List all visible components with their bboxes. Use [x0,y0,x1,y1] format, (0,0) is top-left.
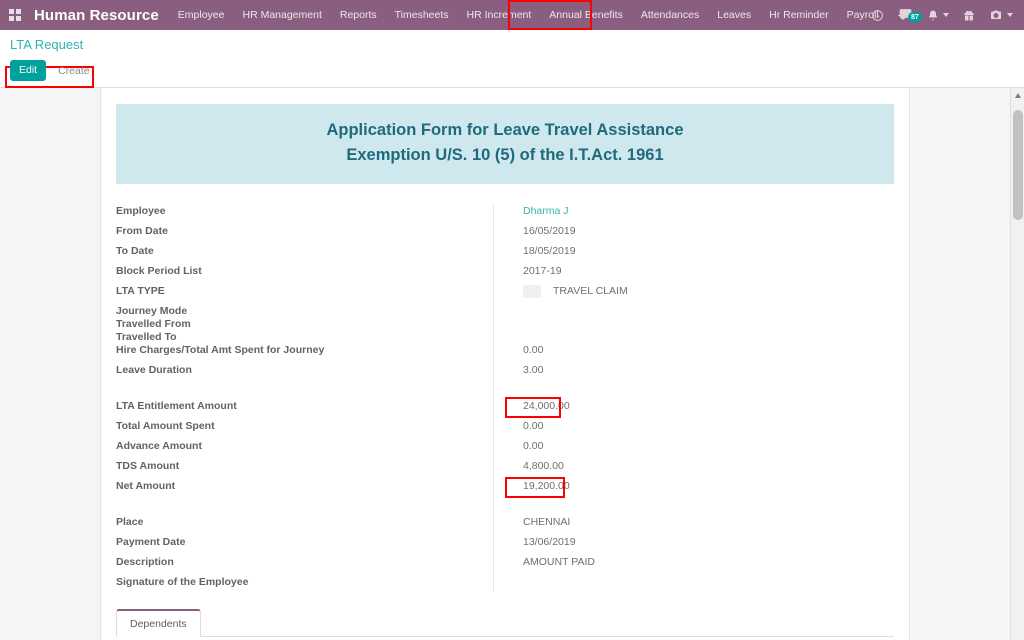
field-value: AMOUNT PAID [523,556,595,568]
scrollbar-thumb[interactable] [1013,110,1023,220]
field-label: LTA TYPE [116,285,165,297]
scroll-up-arrow-icon[interactable] [1011,88,1024,102]
form-row: Total Amount Spent 0.00 [116,419,894,439]
messages-icon[interactable]: 87 [891,8,922,22]
form-column-divider [493,204,494,592]
nav-item-timesheets[interactable]: Timesheets [386,0,458,30]
camera-icon[interactable] [982,9,1020,21]
form-row: Net Amount 19,200.00 [116,479,894,499]
field-label: From Date [116,225,168,237]
nav-item-leaves[interactable]: Leaves [708,0,760,30]
apps-grid-icon[interactable] [0,0,30,30]
form-row: To Date 18/05/2019 [116,244,894,264]
field-label: Place [116,516,144,528]
lta-type-selector[interactable] [523,284,541,298]
nav-item-hr-increment[interactable]: HR Increment [458,0,541,30]
form-row: Block Period List 2017-19 [116,264,894,284]
field-label: Travelled To [116,331,177,343]
form-row: Travelled From [116,317,894,330]
page-body: Application Form for Leave Travel Assist… [0,88,1024,640]
field-label: Leave Duration [116,364,192,376]
nav-item-hr-reminder[interactable]: Hr Reminder [760,0,838,30]
notebook: Dependents Family Details [101,609,909,640]
field-value: 4,800.00 [523,460,564,472]
form-row: Journey Mode [116,304,894,317]
form-row: LTA Entitlement Amount 24,000.00 [116,399,894,419]
form-row: Signature of the Employee [116,575,894,595]
field-label: Hire Charges/Total Amt Spent for Journey [116,344,325,356]
field-label: Journey Mode [116,305,188,317]
field-label: Total Amount Spent [116,420,215,432]
field-value: 0.00 [523,420,544,432]
field-label: Payment Date [116,536,186,548]
field-value: 0.00 [523,440,544,452]
app-brand-title: Human Resource [34,6,159,24]
form-row: Payment Date 13/06/2019 [116,535,894,555]
form-row: Leave Duration 3.00 [116,363,894,383]
vertical-scrollbar[interactable] [1010,88,1024,640]
breadcrumb[interactable]: LTA Request [10,37,83,52]
nav-item-hr-management[interactable]: HR Management [233,0,330,30]
form-title-line1: Application Form for Leave Travel Assist… [326,121,684,139]
field-label: TDS Amount [116,460,180,472]
form-group-spacer [116,499,894,515]
field-value: 18/05/2019 [523,245,576,257]
notebook-tabs: Dependents [116,609,894,637]
tab-dependents[interactable]: Dependents [116,609,201,637]
form-title-line2: Exemption U/S. 10 (5) of the I.T.Act. 19… [346,146,664,164]
form-row: Travelled To [116,330,894,343]
form-title-banner: Application Form for Leave Travel Assist… [116,104,894,184]
record-action-buttons: Edit Create [10,60,98,81]
field-label: Employee [116,205,166,217]
bell-icon[interactable] [920,9,956,22]
field-value: TRAVEL CLAIM [508,284,894,298]
form-fields: Employee Dharma J From Date 16/05/2019 To Da… [101,204,909,595]
field-value: 3.00 [523,364,544,376]
field-label: Block Period List [116,265,202,277]
form-row: Employee Dharma J [116,204,894,224]
field-value: 13/06/2019 [523,536,576,548]
field-label: To Date [116,245,154,257]
form-row: Place CHENNAI [116,515,894,535]
form-group-spacer [116,383,894,399]
field-label: Travelled From [116,318,191,330]
field-value: 2017-19 [523,265,562,277]
form-row: TDS Amount 4,800.00 [116,459,894,479]
field-label: Description [116,556,174,568]
form-row: Hire Charges/Total Amt Spent for Journey… [116,343,894,363]
camera-dropdown-caret-icon[interactable] [1007,13,1013,17]
nav-item-employee[interactable]: Employee [169,0,234,30]
form-sheet: Application Form for Leave Travel Assist… [100,88,910,640]
field-label: LTA Entitlement Amount [116,400,237,412]
field-value: 0.00 [523,344,544,356]
field-value: CHENNAI [523,516,571,528]
navbar-menu-list: Employee HR Management Reports Timesheets HR… [169,0,888,30]
create-button[interactable]: Create [50,61,98,81]
top-navbar: Human Resource Employee HR Management Repo… [0,0,1024,30]
form-row: LTA TYPE TRAVEL CLAIM [116,284,894,304]
edit-button[interactable]: Edit [10,60,47,81]
lta-type-value: TRAVEL CLAIM [553,285,628,297]
nav-item-attendances[interactable]: Attendances [632,0,708,30]
gift-icon[interactable] [956,9,982,22]
field-value[interactable]: Dharma J [508,204,894,218]
nav-item-annual-benefits[interactable]: Annual Benefits [540,0,632,30]
field-value: 19,200.00 [523,480,570,492]
nav-item-reports[interactable]: Reports [331,0,386,30]
field-value: 16/05/2019 [523,225,576,237]
clock-icon[interactable] [864,9,891,22]
navbar-systray: 87 [864,0,1020,30]
form-row: Description AMOUNT PAID [116,555,894,575]
field-value: 24,000.00 [523,400,570,412]
field-label: Net Amount [116,480,176,492]
form-row: Advance Amount 0.00 [116,439,894,459]
form-row: From Date 16/05/2019 [116,224,894,244]
control-panel: LTA Request Edit Create Print Attachment… [0,30,1024,103]
bell-dropdown-caret-icon[interactable] [943,13,949,17]
field-label: Signature of the Employee [116,576,249,588]
field-label: Advance Amount [116,440,202,452]
